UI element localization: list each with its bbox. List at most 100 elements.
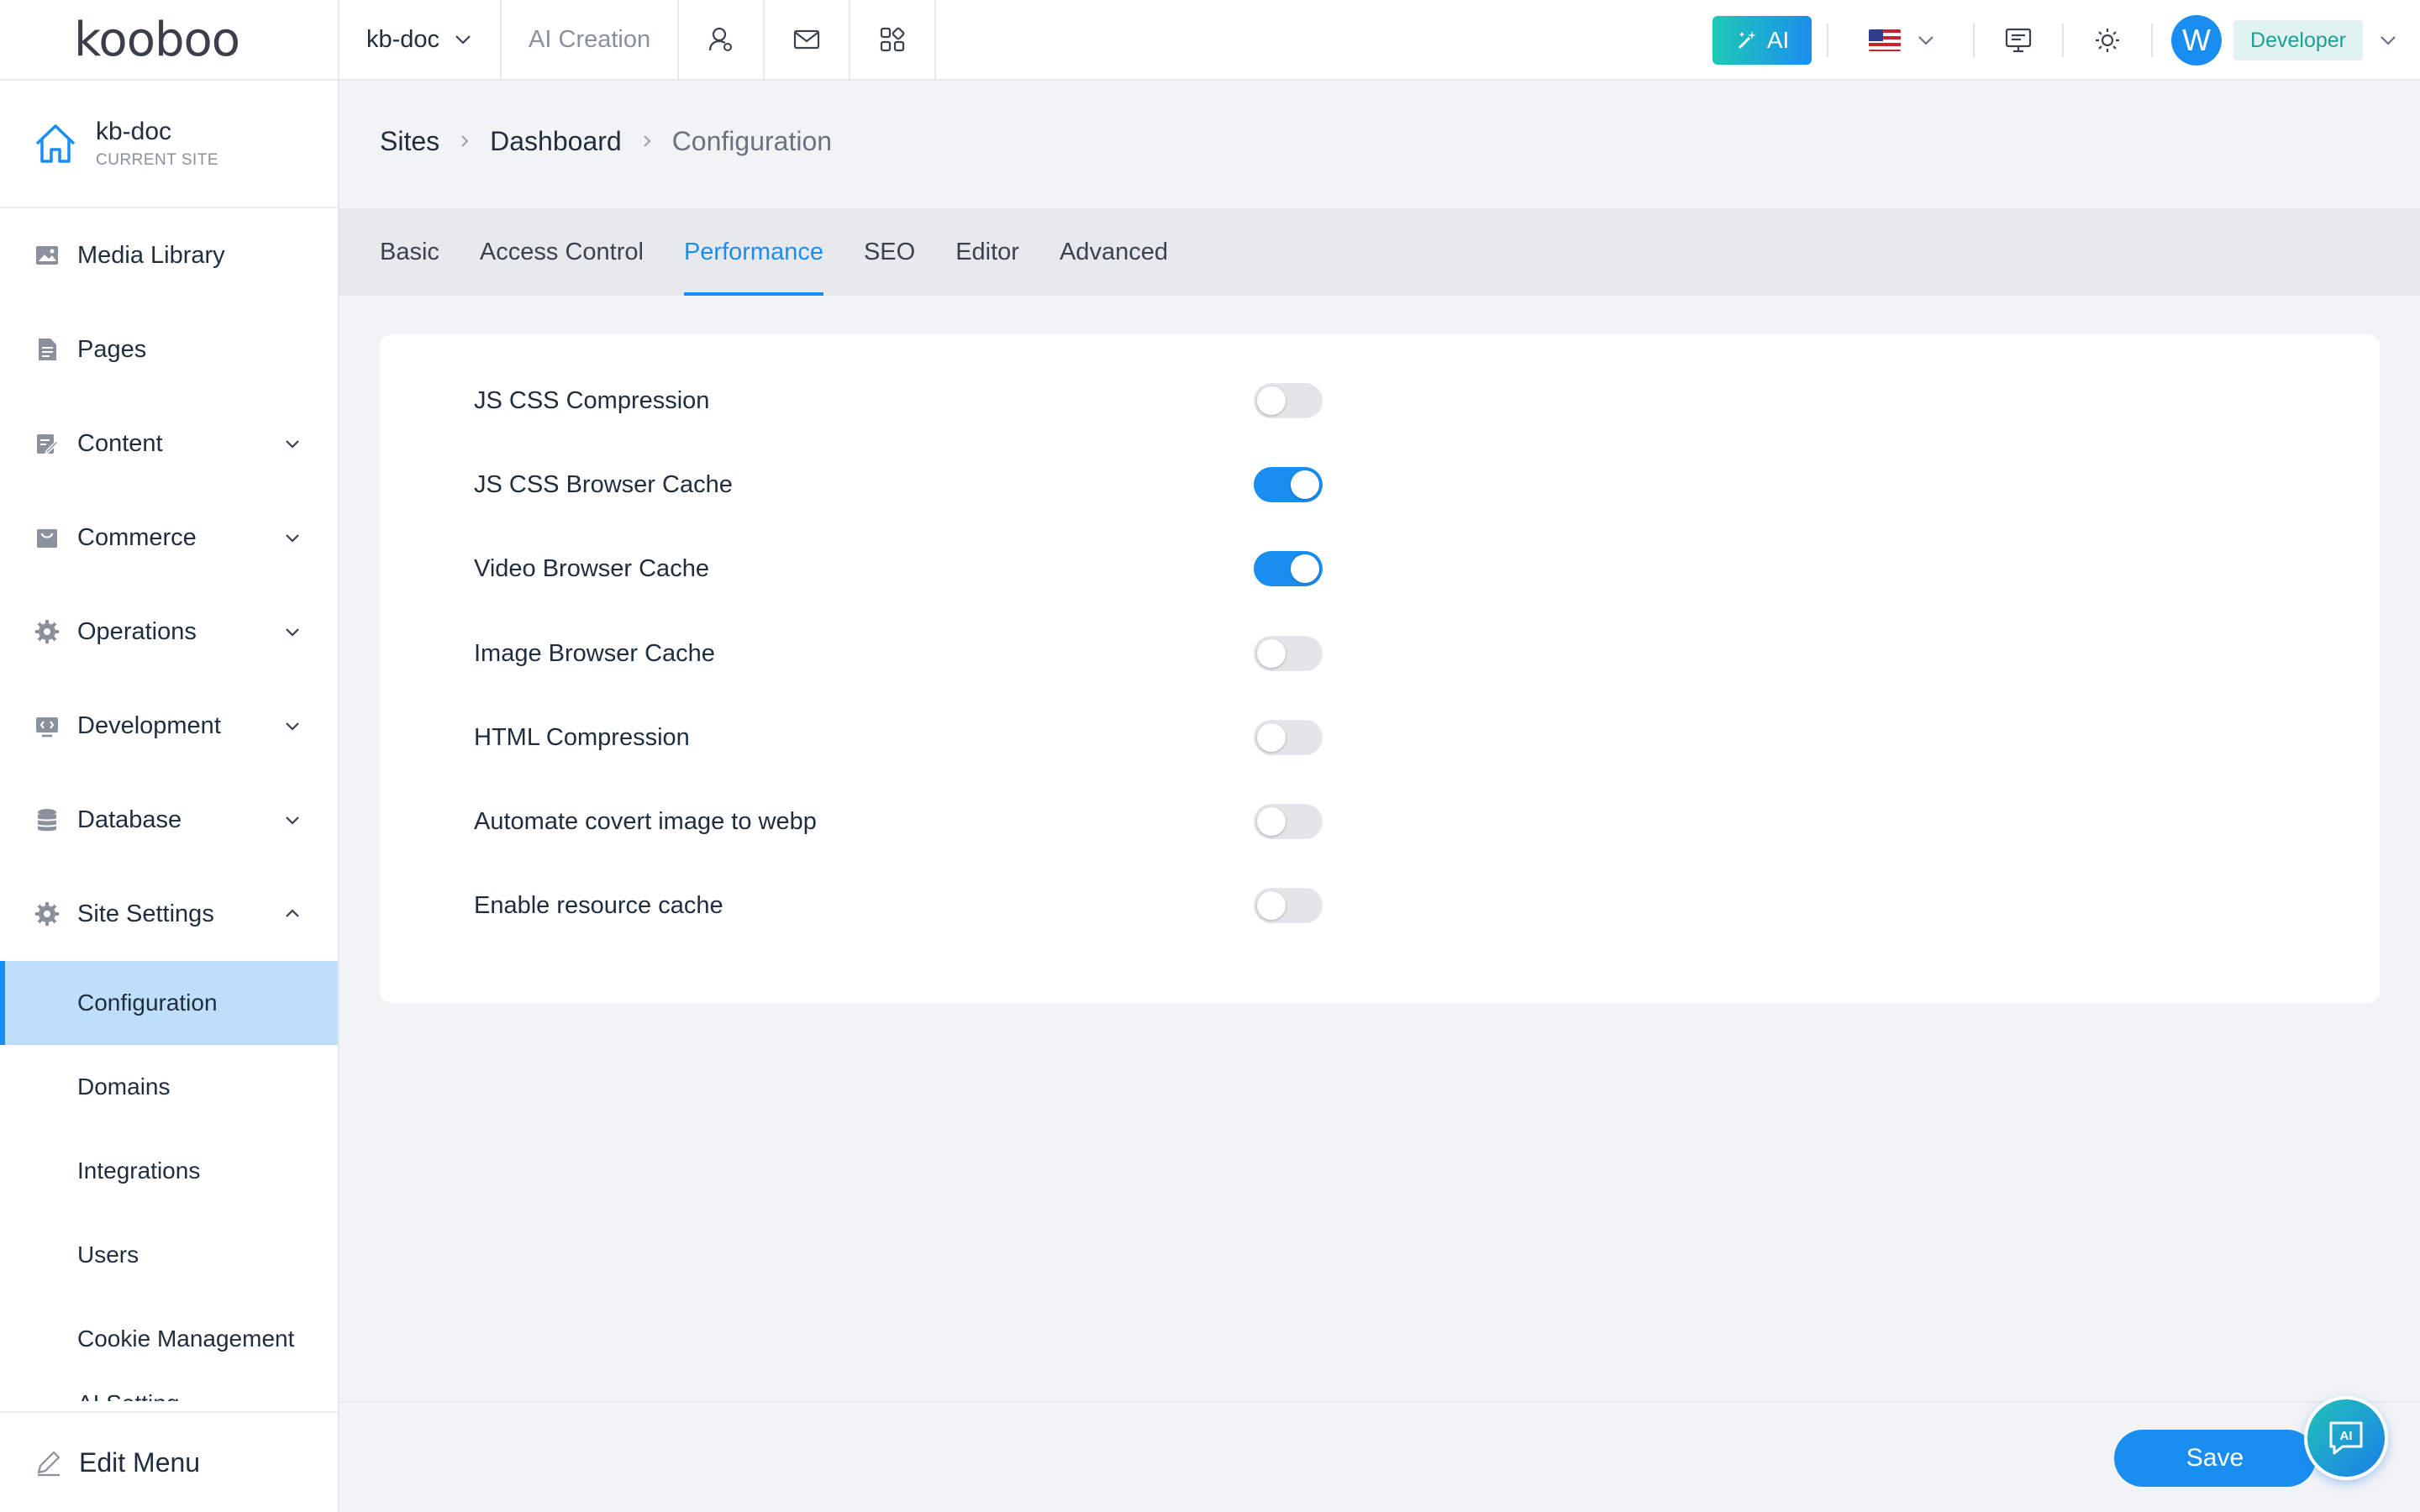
current-site-text: kb-doc CURRENT SITE [96, 118, 218, 170]
toggle-js-css-compression[interactable] [1254, 383, 1323, 418]
toggle-knob [1291, 470, 1319, 499]
presentation-button[interactable] [1975, 0, 2062, 81]
sidebar-item-label: Database [77, 806, 182, 833]
current-site-name: kb-doc [96, 118, 172, 145]
save-button[interactable]: Save [2114, 1430, 2316, 1487]
sidebar-item-label: Development [77, 711, 221, 739]
user-avatar[interactable]: W [2171, 15, 2223, 66]
toggle-html-compression[interactable] [1254, 720, 1323, 755]
us-flag-icon [1869, 29, 1902, 51]
setting-row: Image Browser Cache [474, 628, 1701, 679]
breadcrumb-sites[interactable]: Sites [380, 126, 439, 157]
breadcrumb-dashboard[interactable]: Dashboard [490, 126, 622, 157]
ai-chat-icon: AI [2324, 1416, 2368, 1460]
sidebar-subitem-partially-hidden[interactable]: AI Setting [0, 1381, 338, 1401]
apps-button[interactable] [850, 0, 937, 80]
gear-icon [34, 900, 60, 927]
tab-editor[interactable]: Editor [955, 208, 1019, 296]
tab-advanced[interactable]: Advanced [1060, 208, 1168, 296]
tab-performance[interactable]: Performance [683, 208, 823, 296]
language-selector[interactable] [1828, 0, 1973, 81]
ai-button[interactable]: AI [1712, 16, 1812, 65]
setting-label: Automate covert image to webp [474, 807, 817, 835]
footer-divider [339, 1401, 2420, 1403]
performance-settings-panel: JS CSS Compression JS CSS Browser Cache … [380, 334, 2380, 1003]
breadcrumb: Sites Dashboard Configuration [380, 123, 832, 160]
sidebar-item-label: Media Library [77, 241, 225, 269]
edit-menu-button[interactable]: Edit Menu [0, 1411, 338, 1512]
chevron-down-icon [282, 433, 302, 454]
chevron-right-icon [456, 133, 473, 150]
sidebar-item-pages[interactable]: Pages [0, 302, 338, 396]
sidebar-item-operations[interactable]: Operations [0, 585, 338, 679]
setting-label: Enable resource cache [474, 891, 723, 919]
user-settings-button[interactable] [679, 0, 765, 80]
pencil-icon [34, 1447, 64, 1478]
image-icon [34, 242, 60, 269]
settings-tabs: Basic Access Control Performance SEO Edi… [339, 208, 2420, 296]
toggle-knob [1257, 386, 1286, 415]
apps-grid-icon [878, 25, 907, 54]
sidebar: kb-doc CURRENT SITE Media Library Pages … [0, 81, 339, 1512]
toggle-video-browser-cache[interactable] [1254, 551, 1323, 586]
toggle-webp-conversion[interactable] [1254, 804, 1323, 839]
sidebar-item-commerce[interactable]: Commerce [0, 491, 338, 585]
ai-float-label: AI [2340, 1429, 2353, 1443]
sun-icon [2093, 26, 2122, 55]
presentation-icon [2004, 26, 2033, 55]
document-icon [34, 336, 60, 363]
sidebar-subitem-users[interactable]: Users [0, 1213, 338, 1297]
sidebar-subitem-integrations[interactable]: Integrations [0, 1129, 338, 1213]
setting-label: JS CSS Browser Cache [474, 470, 733, 498]
toggle-image-browser-cache[interactable] [1254, 636, 1323, 671]
sidebar-item-development[interactable]: Development [0, 679, 338, 773]
setting-row: Video Browser Cache [474, 543, 1701, 594]
role-badge[interactable]: Developer [2233, 20, 2363, 60]
setting-row: HTML Compression [474, 712, 1701, 763]
toggle-knob [1257, 723, 1286, 752]
toggle-knob [1257, 891, 1286, 920]
sidebar-item-site-settings[interactable]: Site Settings [0, 867, 338, 961]
tab-seo[interactable]: SEO [864, 208, 915, 296]
chevron-down-icon [453, 29, 473, 50]
edit-doc-icon [34, 430, 60, 457]
setting-label: Image Browser Cache [474, 639, 715, 667]
sidebar-subitem-domains[interactable]: Domains [0, 1045, 338, 1129]
sidebar-item-media-library[interactable]: Media Library [0, 208, 338, 302]
chevron-up-icon [282, 904, 302, 924]
theme-toggle-button[interactable] [2064, 0, 2151, 81]
home-icon [32, 120, 79, 167]
setting-row: JS CSS Browser Cache [474, 459, 1701, 510]
sidebar-item-database[interactable]: Database [0, 773, 338, 867]
ai-button-label: AI [1766, 27, 1790, 53]
sidebar-subitem-configuration[interactable]: Configuration [0, 961, 338, 1045]
setting-label: HTML Compression [474, 723, 690, 751]
chevron-down-icon [282, 528, 302, 548]
sidebar-nav: Media Library Pages Content Commerce Ope… [0, 208, 338, 1401]
site-switcher-label: kb-doc [366, 25, 440, 53]
ai-creation-link[interactable]: AI Creation [502, 0, 680, 80]
breadcrumb-configuration: Configuration [671, 125, 833, 156]
kooboo-logo[interactable]: kooboo [0, 0, 339, 80]
magic-wand-icon [1735, 29, 1759, 52]
toggle-js-css-browser-cache[interactable] [1254, 467, 1323, 502]
current-site[interactable]: kb-doc CURRENT SITE [0, 81, 338, 208]
code-icon [34, 712, 60, 739]
ai-assistant-button[interactable]: AI [2304, 1396, 2388, 1480]
tab-basic[interactable]: Basic [380, 208, 439, 296]
chevron-down-icon[interactable] [2363, 30, 2420, 50]
user-gear-icon [707, 25, 735, 54]
sidebar-item-content[interactable]: Content [0, 396, 338, 491]
chevron-right-icon [639, 133, 655, 150]
setting-label: Video Browser Cache [474, 554, 709, 582]
sidebar-subitem-cookie-management[interactable]: Cookie Management [0, 1297, 338, 1381]
toggle-knob [1257, 639, 1286, 668]
top-bar: kooboo kb-doc AI Creation AI W Developer [0, 0, 2420, 81]
bag-icon [34, 524, 60, 551]
chevron-down-icon [282, 622, 302, 642]
tab-access-control[interactable]: Access Control [480, 208, 644, 296]
sidebar-item-label: Commerce [77, 523, 197, 551]
mail-button[interactable] [765, 0, 851, 80]
toggle-resource-cache[interactable] [1254, 888, 1323, 923]
site-switcher[interactable]: kb-doc [339, 0, 502, 80]
